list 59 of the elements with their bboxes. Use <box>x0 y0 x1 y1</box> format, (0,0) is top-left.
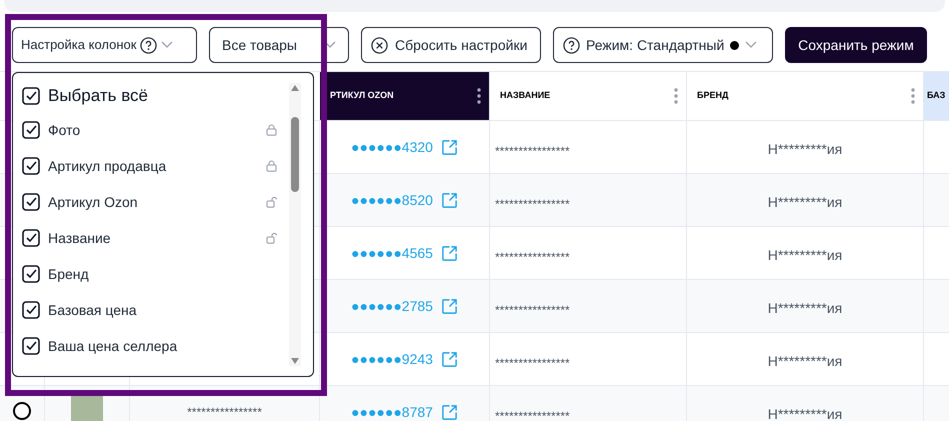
seller-article-cell-text: **************** <box>187 404 262 421</box>
column-option[interactable]: Название <box>48 228 258 248</box>
chevron-down-icon <box>324 41 336 49</box>
name-cell: **************** <box>495 356 570 370</box>
column-header[interactable]: БАЗ <box>924 72 949 120</box>
checkbox[interactable] <box>22 229 40 247</box>
brand-cell-text: Н*********ия <box>768 246 842 265</box>
checkbox[interactable] <box>22 301 40 319</box>
column-option[interactable]: Базовая цена <box>48 300 277 320</box>
mode-dropdown[interactable]: Режим: Стандартный <box>553 27 773 63</box>
name-cell: **************** <box>495 303 570 317</box>
checkbox[interactable] <box>22 337 40 355</box>
products-dropdown[interactable]: Все товары <box>209 27 349 63</box>
external-link-icon[interactable] <box>440 244 458 262</box>
brand-cell-text: Н*********ия <box>768 405 842 421</box>
column-header[interactable]: РТИКУЛ OZON <box>320 72 490 120</box>
external-link-icon[interactable] <box>440 404 458 420</box>
name-cell: **************** <box>495 409 570 421</box>
chevron-down-icon <box>161 41 174 49</box>
checkbox[interactable] <box>22 265 40 283</box>
lock-icon[interactable] <box>266 160 277 172</box>
help-icon <box>563 36 580 54</box>
reset-settings-button[interactable]: Сбросить настройки <box>361 27 541 63</box>
close-circle-icon <box>371 36 388 54</box>
unlock-icon[interactable] <box>266 232 277 244</box>
external-link-icon[interactable] <box>440 298 458 314</box>
scroll-up-arrow-icon[interactable] <box>291 85 299 91</box>
column-option[interactable]: Бренд <box>48 264 277 284</box>
brand-cell-text: Н*********ия <box>768 299 842 318</box>
name-cell: **************** <box>495 144 570 158</box>
help-icon <box>140 36 158 54</box>
column-settings-dropdown[interactable]: Настройка колонок <box>12 27 197 63</box>
scrollbar[interactable] <box>289 83 301 366</box>
checkbox[interactable] <box>22 87 40 105</box>
name-cell: **************** <box>495 250 570 264</box>
checkbox[interactable] <box>22 121 40 139</box>
brand-cell-text: Н*********ия <box>768 140 842 159</box>
chevron-down-icon <box>745 41 758 49</box>
name-cell: **************** <box>495 197 570 211</box>
external-link-icon[interactable] <box>440 350 458 368</box>
column-option[interactable]: Фото <box>48 120 258 140</box>
lock-icon[interactable] <box>266 124 277 136</box>
column-option[interactable]: Артикул продавца <box>48 156 258 176</box>
save-mode-button[interactable]: Сохранить режим <box>785 27 927 63</box>
external-link-icon[interactable] <box>440 138 458 156</box>
select-all-option[interactable]: Выбрать всё <box>22 84 277 108</box>
photo-placeholder <box>71 396 103 421</box>
checkbox[interactable] <box>22 193 40 211</box>
more-icon[interactable] <box>477 88 481 104</box>
external-link-icon[interactable] <box>440 192 458 208</box>
scrollbar-thumb[interactable] <box>291 117 299 192</box>
unlock-icon[interactable] <box>266 196 277 208</box>
checkbox[interactable] <box>22 157 40 175</box>
column-option[interactable]: Артикул Ozon <box>48 192 258 212</box>
brand-cell-text: Н*********ия <box>768 193 842 212</box>
column-option[interactable]: Ваша цена селлера <box>48 336 277 356</box>
scroll-down-arrow-icon[interactable] <box>291 358 299 364</box>
brand-cell-text: Н*********ия <box>768 352 842 371</box>
radio-button[interactable] <box>13 402 31 420</box>
